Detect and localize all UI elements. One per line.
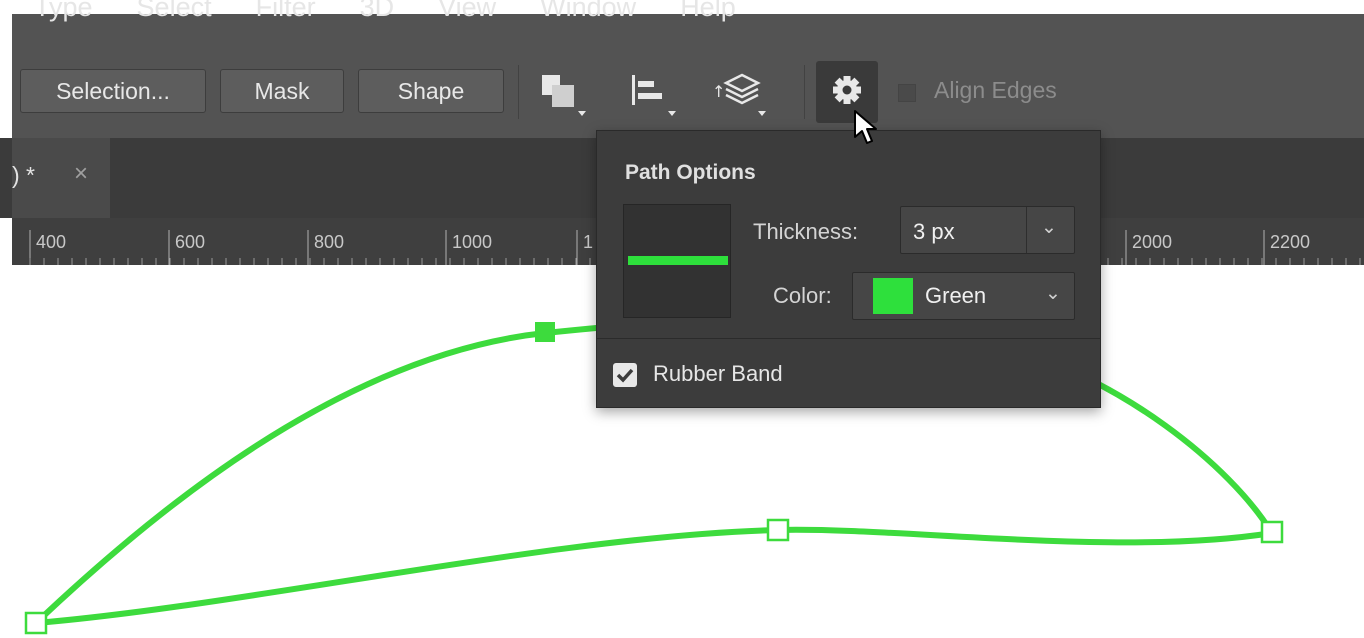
chevron-down-icon[interactable]: ⌄ [1045, 282, 1061, 305]
ruler-label: 2000 [1132, 232, 1173, 252]
anchor-point[interactable] [1260, 520, 1284, 544]
path-operations-icon[interactable] [540, 71, 590, 117]
options-bar: Selection... Mask Shape ↑ Align Edges [0, 45, 1364, 138]
path-alignment-icon[interactable] [628, 71, 678, 117]
align-edges-label: Align Edges [934, 77, 1057, 103]
path-preview [623, 204, 731, 318]
menu-item-window[interactable]: Window [518, 0, 658, 24]
make-shape-button[interactable]: Shape [358, 69, 504, 113]
ruler-label: 2200 [1270, 232, 1311, 252]
anchor-point[interactable] [766, 518, 790, 542]
checkmark-icon [616, 368, 634, 383]
document-tab[interactable]: ) * × [12, 138, 110, 218]
cursor-arrow-icon [854, 110, 877, 144]
ruler-label: 1000 [452, 232, 493, 252]
chevron-down-icon[interactable]: ⌄ [1041, 216, 1057, 239]
menu-item-filter[interactable]: Filter [234, 0, 338, 24]
menu-item-select[interactable]: Select [115, 0, 234, 24]
menu-item-view[interactable]: View [416, 0, 518, 24]
svg-text:↑: ↑ [712, 82, 725, 101]
rubber-band-label: Rubber Band [653, 361, 783, 386]
color-dropdown[interactable]: Green ⌄ [852, 272, 1075, 320]
thickness-field[interactable]: 3 px ⌄ [900, 206, 1075, 254]
menu-item-help[interactable]: Help [658, 0, 758, 24]
document-tab-label: ) * [12, 162, 35, 188]
thickness-value[interactable]: 3 px [913, 219, 955, 245]
path-options-title: Path Options [625, 161, 756, 184]
rubber-band-checkbox[interactable] [613, 363, 637, 387]
make-mask-button[interactable]: Mask [220, 69, 344, 113]
path-preview-line [628, 256, 728, 265]
menu-bar: Type Select Filter 3D View Window Help [0, 0, 1364, 45]
ruler-label: 400 [36, 232, 67, 252]
color-value: Green [925, 283, 987, 308]
path-arrangement-icon[interactable]: ↑ [712, 71, 766, 117]
ruler-label: 600 [175, 232, 206, 252]
ruler-label: 1 [583, 232, 594, 252]
thickness-label: Thickness: [753, 219, 859, 244]
make-selection-button[interactable]: Selection... [20, 69, 206, 113]
align-edges-checkbox[interactable] [898, 84, 916, 102]
anchor-point[interactable] [24, 611, 48, 635]
menu-items: Type Select Filter 3D View Window Help [12, 0, 758, 24]
menu-item-type[interactable]: Type [12, 0, 115, 24]
ruler-label: 800 [314, 232, 345, 252]
color-label: Color: [773, 283, 832, 308]
color-swatch [873, 278, 913, 314]
path-options-popover: Path Options Thickness: 3 px ⌄ Color: Gr… [596, 130, 1101, 408]
close-icon[interactable]: × [74, 160, 88, 188]
anchor-point-selected[interactable] [535, 322, 555, 342]
menu-item-3d[interactable]: 3D [338, 0, 417, 24]
